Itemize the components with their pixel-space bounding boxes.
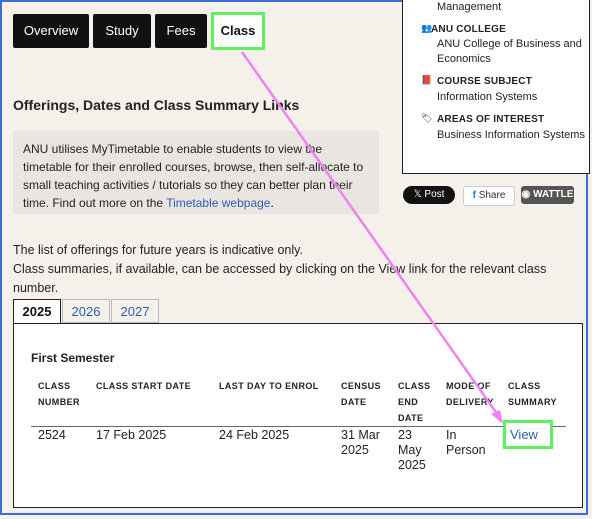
tab-year-2026[interactable]: 2026 <box>62 299 110 323</box>
cell-class-number: 2524 <box>38 428 66 442</box>
col-class-number: CLASS NUMBER <box>38 381 80 407</box>
semester-heading: First Semester <box>31 351 115 365</box>
interest-value: Business Information Systems <box>437 129 585 141</box>
col-census-date: CENSUS DATE <box>341 381 381 407</box>
wattle-icon: ◉ <box>521 189 534 200</box>
offerings-info: The list of offerings for future years i… <box>13 243 547 295</box>
tab-year-2025[interactable]: 2025 <box>13 299 61 324</box>
cell-enrol-date: 24 Feb 2025 <box>219 428 290 442</box>
facebook-share-button[interactable]: f Share <box>463 186 515 206</box>
book-icon: 📕 <box>421 75 433 85</box>
college-value: ANU College of Business and Economics <box>437 38 582 65</box>
tab-year-2027[interactable]: 2027 <box>111 299 159 323</box>
subject-heading: COURSE SUBJECT <box>437 76 533 87</box>
cell-mode: In Person <box>446 428 486 457</box>
tab-class[interactable]: Class <box>211 12 265 50</box>
interest-heading: AREAS OF INTEREST <box>437 114 545 125</box>
col-last-day-enrol: LAST DAY TO ENROL <box>219 381 319 391</box>
cell-start-date: 17 Feb 2025 <box>96 428 167 442</box>
x-post-button[interactable]: 𝕏 Post <box>403 186 455 204</box>
management-text: Management <box>437 1 502 13</box>
college-heading: ANU COLLEGE <box>431 24 506 35</box>
timetable-link[interactable]: Timetable webpage <box>166 196 270 210</box>
wattle-button[interactable]: ◉ WATTLE <box>521 186 574 204</box>
subject-value: Information Systems <box>437 91 538 103</box>
tag-icon: 🏷 <box>421 113 433 123</box>
table-divider <box>31 426 566 427</box>
course-info-box: Management 👥 ANU COLLEGE ANU College of … <box>402 0 590 174</box>
col-end-date: CLASS END DATE <box>398 381 431 423</box>
x-icon: 𝕏 <box>413 189 425 200</box>
tab-fees[interactable]: Fees <box>155 14 207 48</box>
view-summary-link[interactable]: View <box>503 420 553 449</box>
tab-overview[interactable]: Overview <box>13 14 89 48</box>
col-summary: CLASS SUMMARY <box>508 381 557 407</box>
col-mode: MODE OF DELIVERY <box>446 381 494 407</box>
timetable-note: ANU utilises MyTimetable to enable stude… <box>13 131 379 214</box>
page-heading: Offerings, Dates and Class Summary Links <box>13 97 300 113</box>
tab-study[interactable]: Study <box>93 14 151 48</box>
cell-census-date: 31 Mar 2025 <box>341 428 380 457</box>
cell-end-date: 23 May 2025 <box>398 428 426 472</box>
offerings-panel: First Semester CLASS NUMBER CLASS START … <box>13 323 583 508</box>
col-start-date: CLASS START DATE <box>96 381 192 391</box>
